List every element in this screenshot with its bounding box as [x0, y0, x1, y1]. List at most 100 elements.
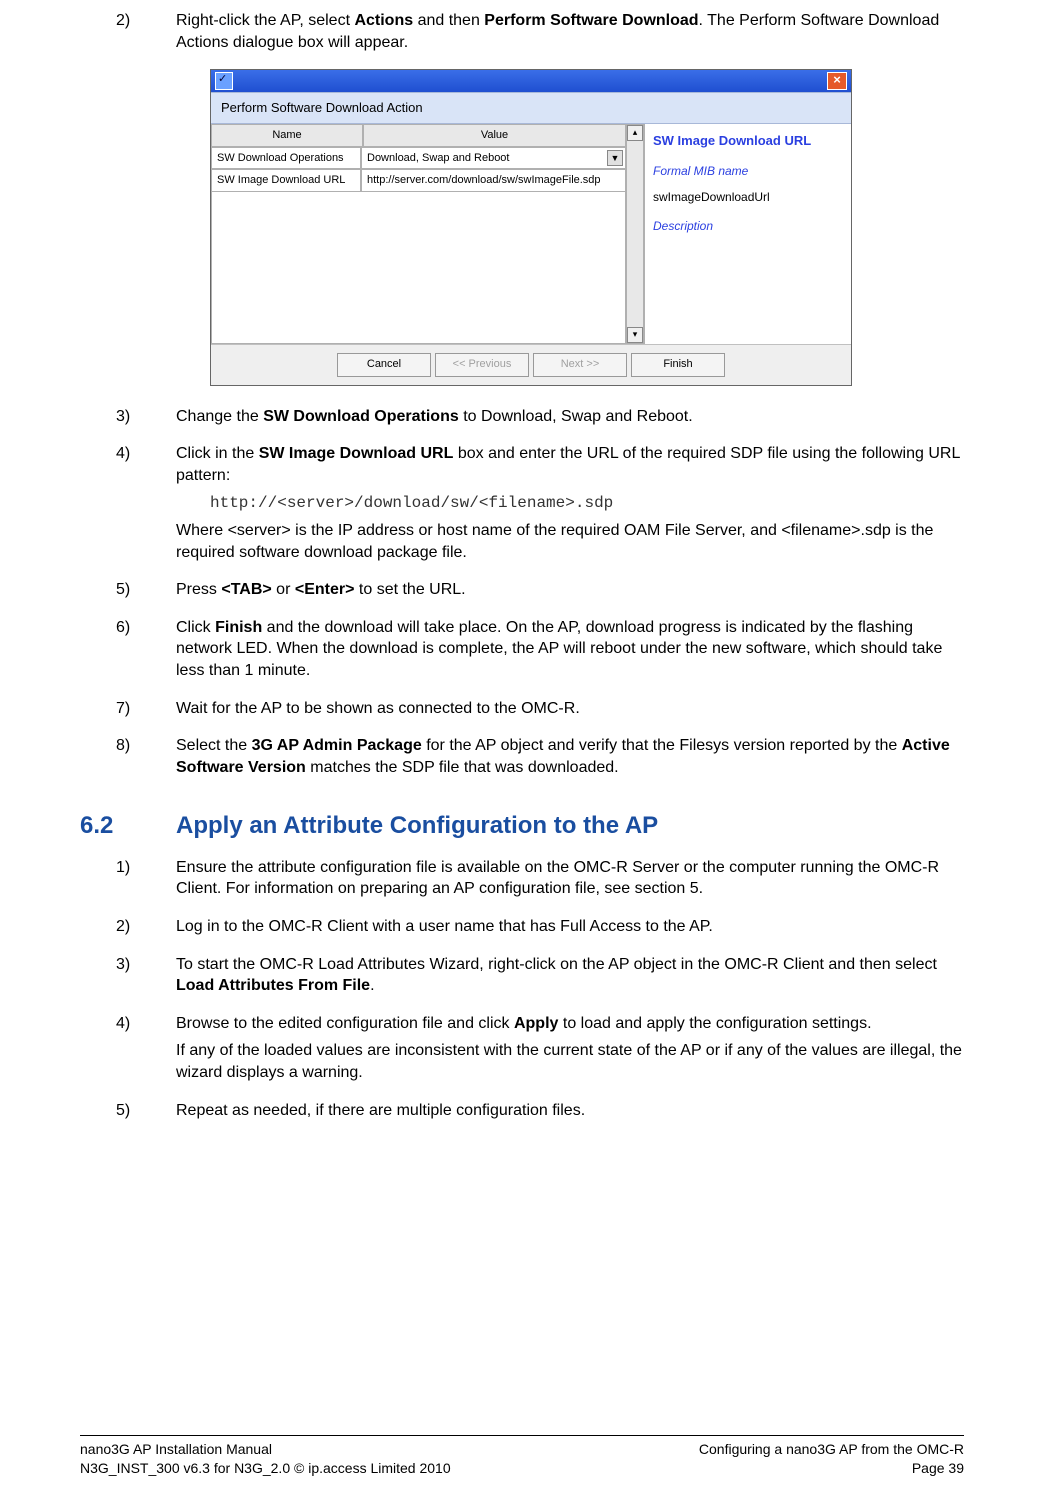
step-body: Click in the SW Image Download URL box a…	[176, 443, 964, 569]
grid-row: SW Download Operations Download, Swap an…	[211, 147, 626, 170]
grid-row: SW Image Download URL http://server.com/…	[211, 169, 626, 192]
step-body: Select the 3G AP Admin Package for the A…	[176, 735, 964, 784]
text: and then	[413, 12, 484, 29]
step-5: 5) Press <TAB> or <Enter> to set the URL…	[80, 579, 964, 607]
bold: Load Attributes From File	[176, 977, 370, 994]
text: for the AP object and verify that the Fi…	[422, 737, 902, 754]
step-num: 1)	[80, 857, 176, 906]
step-6-2-3: 3) To start the OMC-R Load Attributes Wi…	[80, 954, 964, 1003]
bold: 3G AP Admin Package	[252, 737, 422, 754]
cancel-button[interactable]: Cancel	[337, 353, 431, 377]
grid-body: SW Download Operations Download, Swap an…	[211, 147, 626, 193]
step-num: 2)	[80, 916, 176, 944]
step-num: 7)	[80, 698, 176, 726]
scrollbar-vertical[interactable]: ▴ ▾	[626, 124, 644, 344]
grid-empty-area	[211, 192, 626, 343]
scroll-down-icon[interactable]: ▾	[627, 327, 643, 343]
app-icon	[215, 72, 233, 90]
footer-page: Page 39	[912, 1460, 964, 1476]
step-6-2-2: 2) Log in to the OMC-R Client with a use…	[80, 916, 964, 944]
dialog-button-row: Cancel << Previous Next >> Finish	[211, 344, 851, 385]
bold: Finish	[215, 619, 262, 636]
footer-left: nano3G AP Installation Manual N3G_INST_3…	[80, 1440, 451, 1478]
cell-name: SW Download Operations	[211, 147, 361, 170]
dialog-banner: Perform Software Download Action	[211, 92, 851, 124]
footer-section: Configuring a nano3G AP from the OMC-R	[699, 1441, 964, 1457]
bold: Actions	[354, 12, 413, 29]
step-num: 5)	[80, 579, 176, 607]
step-6-2-1: 1) Ensure the attribute configuration fi…	[80, 857, 964, 906]
bold: <TAB>	[221, 581, 271, 598]
step-6-2-4: 4) Browse to the edited configuration fi…	[80, 1013, 964, 1090]
text: Press	[176, 581, 221, 598]
step-num: 8)	[80, 735, 176, 784]
step-num: 3)	[80, 406, 176, 434]
step-2: 2) Right-click the AP, select Actions an…	[80, 10, 964, 59]
step-3: 3) Change the SW Download Operations to …	[80, 406, 964, 434]
step-body: Change the SW Download Operations to Dow…	[176, 406, 964, 434]
step-body: Log in to the OMC-R Client with a user n…	[176, 916, 964, 944]
bold: <Enter>	[295, 581, 355, 598]
dialog-body: Name Value SW Download Operations Downlo…	[211, 124, 851, 344]
text: to load and apply the configuration sett…	[558, 1015, 871, 1032]
section-number: 6.2	[80, 810, 176, 842]
text: Repeat as needed, if there are multiple …	[176, 1100, 964, 1122]
text: to Download, Swap and Reboot.	[459, 408, 693, 425]
step-body: Wait for the AP to be shown as connected…	[176, 698, 964, 726]
chevron-down-icon[interactable]: ▼	[607, 150, 623, 166]
step-body: Browse to the edited configuration file …	[176, 1013, 964, 1090]
dialog-perform-sw-download: × Perform Software Download Action Name …	[210, 69, 852, 386]
grid-header-name: Name	[211, 124, 363, 147]
close-icon[interactable]: ×	[827, 72, 847, 90]
text: If any of the loaded values are inconsis…	[176, 1040, 964, 1083]
text: Log in to the OMC-R Client with a user n…	[176, 916, 964, 938]
step-num: 2)	[80, 10, 176, 59]
finish-button[interactable]: Finish	[631, 353, 725, 377]
step-body: Click Finish and the download will take …	[176, 617, 964, 688]
cell-name: SW Image Download URL	[211, 169, 361, 192]
footer-title: nano3G AP Installation Manual	[80, 1441, 272, 1457]
cell-value-input[interactable]: http://server.com/download/sw/swImageFil…	[361, 169, 626, 192]
bold: SW Image Download URL	[259, 445, 454, 462]
text: Change the	[176, 408, 263, 425]
step-6: 6) Click Finish and the download will ta…	[80, 617, 964, 688]
bold: SW Download Operations	[263, 408, 459, 425]
text: to set the URL.	[354, 581, 465, 598]
step-body: Ensure the attribute configuration file …	[176, 857, 964, 906]
text: or	[272, 581, 295, 598]
section-heading-6-2: 6.2 Apply an Attribute Configuration to …	[80, 810, 964, 842]
page-footer: nano3G AP Installation Manual N3G_INST_3…	[80, 1435, 964, 1478]
text: Browse to the edited configuration file …	[176, 1015, 514, 1032]
text: and the download will take place. On the…	[176, 619, 942, 679]
grid-header: Name Value	[211, 124, 626, 147]
help-description-label: Description	[653, 218, 843, 234]
text: Wait for the AP to be shown as connected…	[176, 698, 964, 720]
text: To start the OMC-R Load Attributes Wizar…	[176, 956, 937, 973]
text: Click	[176, 619, 215, 636]
cell-value-dropdown[interactable]: Download, Swap and Reboot ▼	[361, 147, 626, 170]
text: Right-click the AP, select	[176, 12, 354, 29]
step-7: 7) Wait for the AP to be shown as connec…	[80, 698, 964, 726]
text: matches the SDP file that was downloaded…	[306, 759, 619, 776]
step-body: Repeat as needed, if there are multiple …	[176, 1100, 964, 1128]
step-body: Right-click the AP, select Actions and t…	[176, 10, 964, 59]
text: Select the	[176, 737, 252, 754]
dialog-help-panel: SW Image Download URL Formal MIB name sw…	[644, 124, 851, 344]
step-body: To start the OMC-R Load Attributes Wizar…	[176, 954, 964, 1003]
previous-button: << Previous	[435, 353, 529, 377]
step-4: 4) Click in the SW Image Download URL bo…	[80, 443, 964, 569]
footer-right: Configuring a nano3G AP from the OMC-R P…	[699, 1440, 964, 1478]
text: Where <server> is the IP address or host…	[176, 520, 964, 563]
bold: Apply	[514, 1015, 558, 1032]
footer-copyright: N3G_INST_300 v6.3 for N3G_2.0 © ip.acces…	[80, 1460, 451, 1476]
help-mib-value: swImageDownloadUrl	[653, 189, 843, 205]
step-num: 4)	[80, 443, 176, 569]
next-button: Next >>	[533, 353, 627, 377]
text: Click in the	[176, 445, 259, 462]
dialog-grid: Name Value SW Download Operations Downlo…	[211, 124, 626, 344]
scroll-up-icon[interactable]: ▴	[627, 125, 643, 141]
step-body: Press <TAB> or <Enter> to set the URL.	[176, 579, 964, 607]
help-heading: SW Image Download URL	[653, 132, 843, 150]
text: Ensure the attribute configuration file …	[176, 857, 964, 900]
section-title: Apply an Attribute Configuration to the …	[176, 810, 658, 842]
